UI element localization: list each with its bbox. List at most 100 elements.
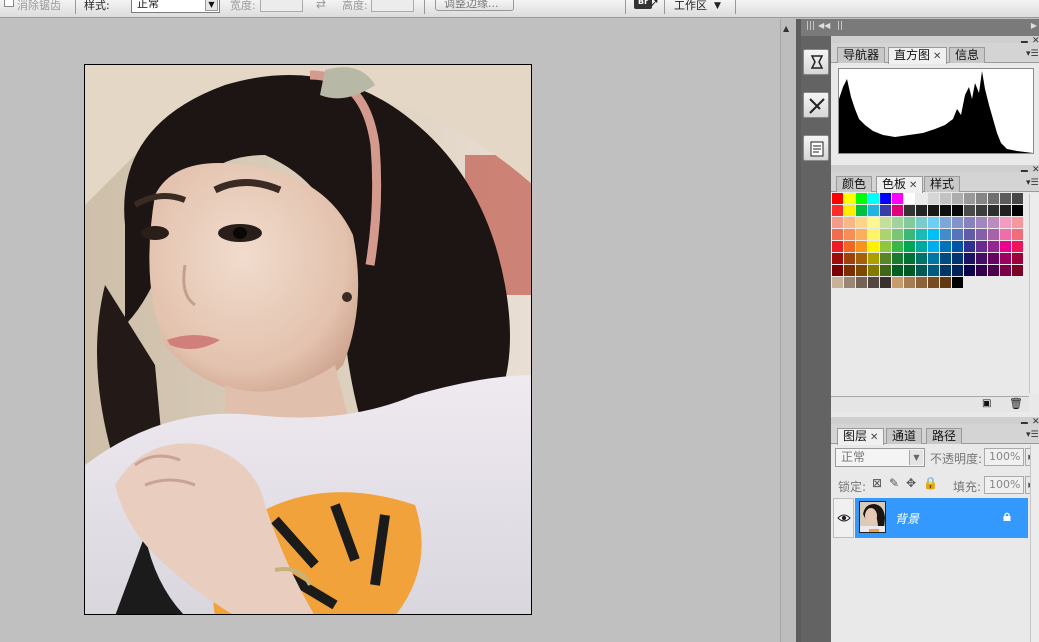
- brushes-button[interactable]: [803, 92, 829, 118]
- color-swatch[interactable]: [904, 217, 915, 228]
- color-swatch[interactable]: [868, 241, 879, 252]
- color-swatch[interactable]: [856, 253, 867, 264]
- color-swatch[interactable]: [928, 229, 939, 240]
- color-swatch[interactable]: [892, 265, 903, 276]
- color-swatch[interactable]: [1012, 217, 1023, 228]
- expand-icon[interactable]: ▶: [1031, 21, 1037, 30]
- color-swatch[interactable]: [964, 193, 975, 204]
- layer-comps-button[interactable]: [803, 135, 829, 161]
- color-swatch[interactable]: [892, 205, 903, 216]
- color-swatch[interactable]: [916, 205, 927, 216]
- opacity-input[interactable]: 100%: [984, 448, 1024, 466]
- panel-menu-icon[interactable]: ▾☰: [1026, 49, 1039, 59]
- tab-color[interactable]: 颜色: [836, 176, 873, 192]
- color-swatch[interactable]: [880, 229, 891, 240]
- color-swatch[interactable]: [952, 193, 963, 204]
- color-swatch[interactable]: [1000, 217, 1011, 228]
- color-swatch[interactable]: [1012, 265, 1023, 276]
- collapse-icon[interactable]: ◀◀: [818, 21, 830, 30]
- canvas-scrollbar[interactable]: [780, 19, 796, 642]
- color-swatch[interactable]: [988, 253, 999, 264]
- color-swatch[interactable]: [844, 205, 855, 216]
- color-swatch[interactable]: [976, 217, 987, 228]
- trash-icon[interactable]: 🗑: [1009, 397, 1023, 410]
- color-swatch[interactable]: [964, 253, 975, 264]
- color-swatch[interactable]: [1000, 253, 1011, 264]
- tab-info[interactable]: 信息: [949, 47, 986, 63]
- color-swatch[interactable]: [964, 241, 975, 252]
- color-swatch[interactable]: [844, 253, 855, 264]
- color-swatch[interactable]: [832, 193, 843, 204]
- color-swatch[interactable]: [832, 229, 843, 240]
- color-swatch[interactable]: [976, 265, 987, 276]
- color-swatch[interactable]: [880, 277, 891, 288]
- lock-all-icon[interactable]: 🔒: [923, 476, 938, 490]
- tab-layers[interactable]: 图层 ✕: [837, 428, 885, 445]
- color-swatch[interactable]: [928, 193, 939, 204]
- color-swatch[interactable]: [988, 241, 999, 252]
- color-swatch[interactable]: [916, 217, 927, 228]
- color-swatch[interactable]: [952, 217, 963, 228]
- color-swatch[interactable]: [1012, 253, 1023, 264]
- color-swatch[interactable]: [916, 241, 927, 252]
- color-swatch[interactable]: [904, 265, 915, 276]
- color-swatch[interactable]: [952, 205, 963, 216]
- color-swatch[interactable]: [832, 217, 843, 228]
- lock-transparent-icon[interactable]: ⊠: [872, 476, 882, 490]
- lock-position-icon[interactable]: ✥: [906, 476, 916, 490]
- color-swatch[interactable]: [1012, 229, 1023, 240]
- color-swatch[interactable]: [856, 229, 867, 240]
- color-swatch[interactable]: [880, 205, 891, 216]
- color-swatch[interactable]: [976, 205, 987, 216]
- blend-mode-select[interactable]: 正常 ▼: [835, 448, 925, 467]
- color-swatch[interactable]: [1000, 205, 1011, 216]
- color-swatch[interactable]: [928, 253, 939, 264]
- color-swatch[interactable]: [988, 205, 999, 216]
- color-swatch[interactable]: [940, 277, 951, 288]
- color-swatch[interactable]: [916, 253, 927, 264]
- color-swatch[interactable]: [844, 241, 855, 252]
- color-swatch[interactable]: [928, 277, 939, 288]
- tab-histogram[interactable]: 直方图 ✕: [888, 47, 948, 64]
- color-swatch[interactable]: [880, 217, 891, 228]
- color-swatch[interactable]: [928, 217, 939, 228]
- color-swatch[interactable]: [880, 253, 891, 264]
- color-swatch[interactable]: [868, 253, 879, 264]
- swap-icon[interactable]: ⇄: [316, 0, 326, 10]
- color-swatch[interactable]: [832, 253, 843, 264]
- color-swatch[interactable]: [868, 277, 879, 288]
- color-swatch[interactable]: [976, 241, 987, 252]
- color-swatch[interactable]: [904, 277, 915, 288]
- width-input[interactable]: [260, 0, 303, 12]
- color-swatch[interactable]: [952, 229, 963, 240]
- color-swatch[interactable]: [832, 205, 843, 216]
- color-swatch[interactable]: [832, 241, 843, 252]
- scroll-up-icon[interactable]: ▲: [783, 24, 789, 33]
- color-swatch[interactable]: [844, 217, 855, 228]
- color-swatch[interactable]: [940, 265, 951, 276]
- layer-name[interactable]: 背景: [895, 510, 919, 527]
- color-swatch[interactable]: [844, 193, 855, 204]
- panel-group-titlebar[interactable]: [831, 36, 1039, 43]
- color-swatch[interactable]: [856, 265, 867, 276]
- tool-presets-button[interactable]: [803, 49, 829, 75]
- color-swatch[interactable]: [940, 217, 951, 228]
- color-swatch[interactable]: [892, 217, 903, 228]
- color-swatch[interactable]: [892, 229, 903, 240]
- color-swatch[interactable]: [916, 265, 927, 276]
- color-swatch[interactable]: [952, 277, 963, 288]
- color-swatch[interactable]: [880, 241, 891, 252]
- fill-input[interactable]: 100%: [984, 476, 1024, 494]
- color-swatch[interactable]: [904, 253, 915, 264]
- tab-styles[interactable]: 样式: [924, 176, 961, 192]
- panels-header[interactable]: || ▶: [831, 19, 1039, 36]
- color-swatch[interactable]: [1012, 205, 1023, 216]
- close-tab-icon[interactable]: ✕: [933, 51, 941, 62]
- document-image[interactable]: [84, 64, 532, 615]
- color-swatch[interactable]: [988, 193, 999, 204]
- color-swatch[interactable]: [1012, 241, 1023, 252]
- color-swatch[interactable]: [868, 229, 879, 240]
- close-tab-icon[interactable]: ✕: [870, 432, 878, 443]
- tab-channels[interactable]: 通道: [886, 428, 923, 444]
- color-swatch[interactable]: [952, 265, 963, 276]
